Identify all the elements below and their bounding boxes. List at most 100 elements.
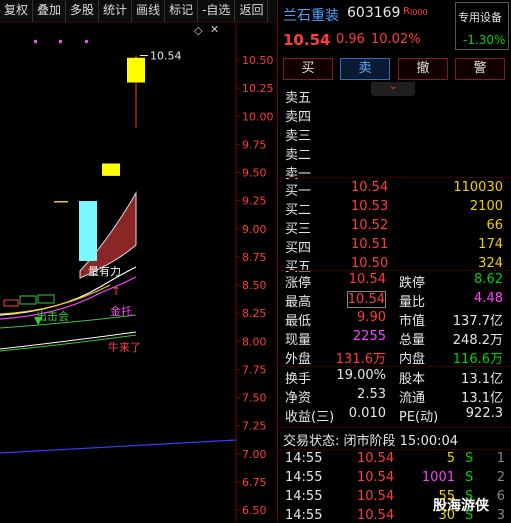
quote-panel: 兰石重装 603169 R I000 专用设备 -1.30% 10.54 0.9… [279, 0, 511, 523]
tick-price: 10.54 [357, 470, 395, 485]
book-divider [279, 177, 511, 178]
buy-level-label: 买四 [285, 241, 312, 256]
y-tick-label: 10.00 [242, 110, 274, 123]
y-tick-label: 9.50 [242, 167, 267, 180]
stat-value: 19.00% [336, 368, 386, 383]
toolbar-stats[interactable]: 统计 [99, 0, 133, 22]
change-pct: 10.02% [371, 32, 421, 47]
sell-level-label: 卖三 [285, 129, 312, 144]
stat-value: 13.1亿 [461, 372, 503, 387]
tick-volume: 1001 [421, 470, 455, 485]
y-tick-label: 10.50 [242, 54, 274, 67]
tick-time: 14:55 [285, 508, 323, 523]
tick-time: 14:55 [285, 470, 323, 485]
tick-side: S [465, 470, 474, 485]
buy-level-volume: 66 [486, 218, 503, 233]
annotation-jintuo: 金托 [110, 304, 132, 318]
buy-level-label: 买一 [285, 184, 312, 199]
change: 0.96 [336, 32, 365, 47]
kline-chart[interactable]: 10.50 10.25 10.00 9.75 9.50 9.25 9.00 8.75 8.50 8… [0, 23, 276, 522]
y-tick-label: 8.75 [242, 251, 267, 264]
candle-body[interactable] [127, 57, 145, 83]
stat-label: 涨停 [285, 276, 312, 291]
chevron-down-icon: ⌄ [389, 81, 398, 92]
stat-label: 股本 [399, 372, 426, 387]
y-tick-label: 9.00 [242, 223, 267, 236]
stat-value: 2.53 [357, 387, 386, 402]
sell-level-label: 卖五 [285, 91, 312, 106]
y-tick-label: 6.50 [242, 504, 267, 517]
buy-level-label: 买二 [285, 203, 312, 218]
alert-button[interactable]: 警 [455, 58, 505, 80]
annotation-niulaile: 牛来了 [108, 340, 141, 354]
y-tick-label: 9.75 [242, 138, 267, 151]
price: 10.54 [283, 31, 331, 49]
stat-label: 流通 [399, 391, 426, 406]
y-tick-label: 10.25 [242, 82, 274, 95]
stat-label: 收益(三) [285, 410, 335, 425]
buy-button[interactable]: 买 [283, 58, 333, 80]
tick-price: 10.54 [357, 489, 395, 504]
tick-price: 10.54 [357, 451, 395, 466]
cancel-button[interactable]: 撤 [398, 58, 448, 80]
stat-value: 2255 [352, 329, 386, 344]
stock-code: 603169 [347, 5, 401, 21]
toolbar-multi[interactable]: 多股 [66, 0, 100, 22]
y-tick-label: 8.25 [242, 307, 267, 320]
tick-count: 1 [496, 451, 505, 466]
stat-label: 量比 [399, 295, 426, 310]
stat-label: 最高 [285, 295, 312, 310]
buy-level-price: 10.54 [351, 180, 389, 195]
stat-label: 外盘 [285, 352, 312, 367]
toolbar-draw[interactable]: 画线 [132, 0, 166, 22]
toolbar-back[interactable]: 返回 [235, 0, 269, 22]
stat-value: 10.54 [346, 291, 386, 308]
buy-level-price: 10.52 [351, 218, 389, 233]
buy-level-volume: 174 [478, 237, 503, 252]
tick-time: 14:55 [285, 451, 323, 466]
buy-level-price: 10.50 [351, 256, 389, 271]
stat-value: 10.54 [348, 272, 386, 287]
toolbar: 复权 叠加 多股 统计 画线 标记 -自选 返回 [0, 0, 276, 23]
toolbar-fuquan[interactable]: 复权 [0, 0, 34, 22]
status-divider [279, 427, 511, 428]
stat-value: 9.90 [357, 310, 386, 325]
stat-label: 最低 [285, 314, 312, 329]
buy-level-label: 买三 [285, 222, 312, 237]
toolbar-watchlist[interactable]: -自选 [198, 0, 236, 22]
stat-value: 0.010 [348, 406, 386, 421]
stat-value: 248.2万 [452, 333, 503, 348]
sell-level-label: 卖二 [285, 148, 312, 163]
buy-level-volume: 324 [478, 256, 503, 271]
tick-count: 3 [496, 508, 505, 523]
sell-button[interactable]: 卖 [340, 58, 390, 80]
trade-status: 交易状态: 闭市阶段 15:00:04 [283, 434, 459, 449]
stat-label: 现量 [285, 333, 312, 348]
arrow-up-icon: ↑ [111, 284, 121, 298]
ticks-divider [279, 449, 511, 450]
toolbar-overlay[interactable]: 叠加 [33, 0, 67, 22]
stock-tag: R [403, 6, 410, 17]
tick-time: 14:55 [285, 489, 323, 504]
high-price-label: 10.54 [150, 50, 182, 63]
sell-level-label: 卖四 [285, 110, 312, 125]
arrow-down-icon: ▼ [34, 314, 43, 327]
y-tick-label: 7.00 [242, 448, 267, 461]
toolbar-mark[interactable]: 标记 [165, 0, 199, 22]
divider [277, 0, 278, 522]
tick-side: S [465, 489, 474, 504]
candle-body[interactable] [102, 163, 120, 176]
buy-level-price: 10.53 [351, 199, 389, 214]
buy-level-volume: 2100 [469, 199, 503, 214]
buy-level-volume: 110030 [453, 180, 503, 195]
y-tick-label: 6.75 [242, 476, 267, 489]
tick-volume: 5 [446, 451, 455, 466]
y-tick-label: 7.25 [242, 420, 267, 433]
stat-label: 总量 [399, 333, 426, 348]
stat-value: 131.6万 [335, 352, 386, 367]
stat-label: 净资 [285, 391, 312, 406]
stat-value: 922.3 [465, 406, 503, 421]
tick-side: S [465, 451, 474, 466]
stat-label: 换手 [285, 372, 312, 387]
tick-count: 6 [496, 489, 505, 504]
